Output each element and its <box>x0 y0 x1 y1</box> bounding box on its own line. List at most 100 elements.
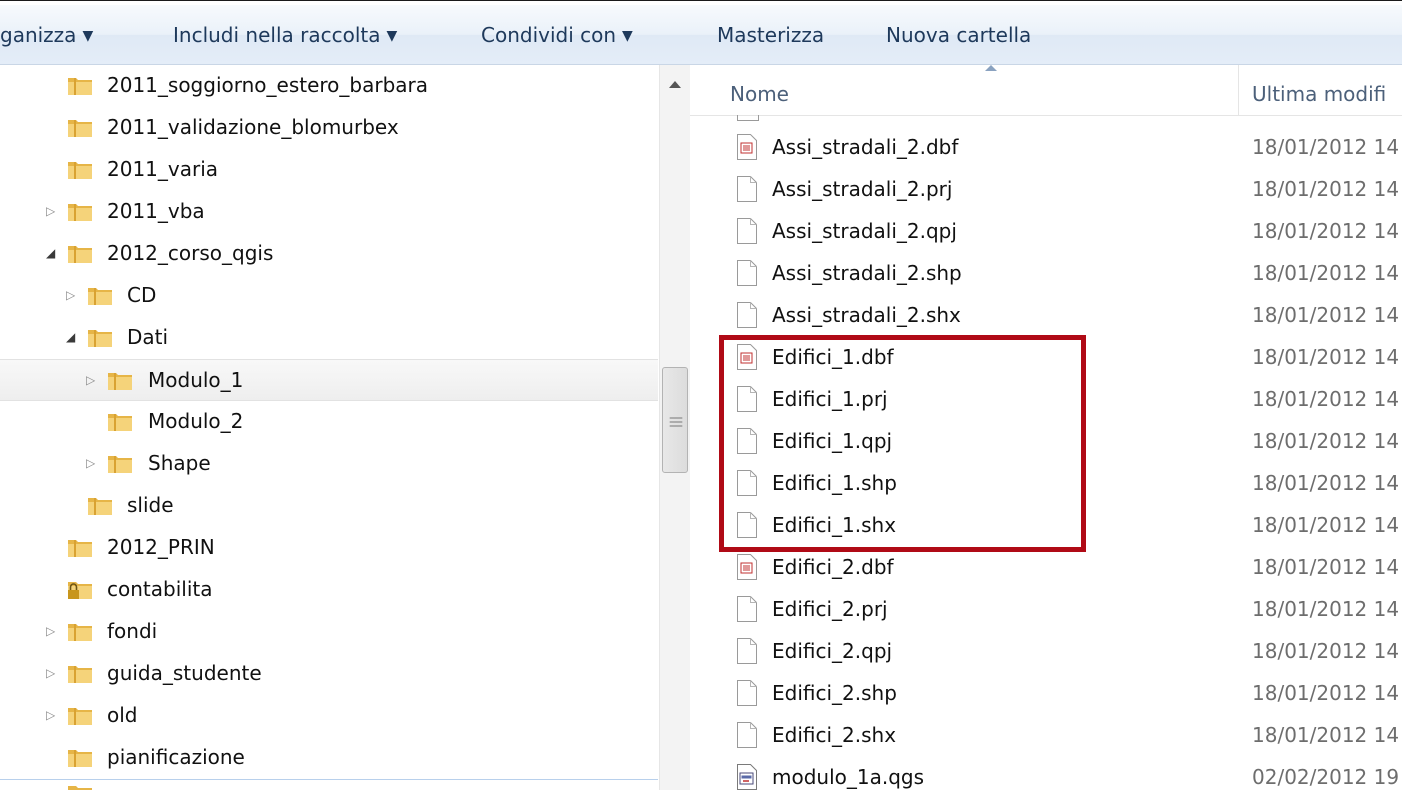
tree-item-2011-varia[interactable]: 2011_varia <box>0 149 658 191</box>
folder-icon <box>108 414 132 431</box>
file-date-modified: 18/01/2012 14 <box>1252 471 1400 495</box>
collapse-arrow-icon[interactable]: ◢ <box>66 329 78 345</box>
folder-icon <box>88 498 112 515</box>
qgs-file-icon <box>737 764 757 790</box>
tree-item-label: Modulo_1 <box>148 368 244 392</box>
tree-item-contabilita[interactable]: contabilita <box>0 569 658 611</box>
tree-item-modulo-2[interactable]: Modulo_2 <box>0 401 658 443</box>
nav-pane-scrollbar[interactable]: — — — <box>659 65 691 790</box>
scrollbar-thumb[interactable]: — — — <box>662 367 688 473</box>
tree-item-2011-vba[interactable]: ▷ 2011_vba <box>0 191 658 233</box>
file-date-modified: 18/01/2012 14 <box>1252 681 1400 705</box>
tree-item-label: old <box>107 703 138 727</box>
tree-item-label: contabilita <box>107 577 213 601</box>
new-folder-button[interactable]: Nuova cartella <box>886 23 1031 47</box>
sort-ascending-icon <box>985 65 997 71</box>
tree-item-label: 2011_soggiorno_estero_barbara <box>107 73 429 97</box>
file-row[interactable]: Assi_stradali_2.shx 18/01/2012 14 <box>690 294 1402 336</box>
folder-icon <box>108 456 132 473</box>
collapse-arrow-icon[interactable]: ◢ <box>46 245 58 261</box>
column-header-row: Nome Ultima modifi <box>690 65 1402 116</box>
tree-item-slide[interactable]: slide <box>0 485 658 527</box>
column-header-name[interactable]: Nome <box>730 82 789 106</box>
tree-item-fondi[interactable]: ▷ fondi <box>0 611 658 653</box>
file-date-modified: 18/01/2012 14 <box>1252 219 1400 243</box>
file-date-modified: 18/01/2012 14 <box>1252 597 1400 621</box>
expand-arrow-icon[interactable]: ▷ <box>46 665 58 681</box>
tree-item-guida-studente[interactable]: ▷ guida_studente <box>0 653 658 695</box>
column-divider[interactable] <box>1238 65 1239 115</box>
file-date-modified: 18/01/2012 14 <box>1252 303 1400 327</box>
generic-file-icon <box>737 115 759 121</box>
folder-icon <box>68 750 92 767</box>
tree-item-dati[interactable]: ◢ Dati <box>0 317 658 359</box>
file-row[interactable]: Assi_stradali_2.prj 18/01/2012 14 <box>690 168 1402 210</box>
tree-item-label: Shape <box>148 451 211 475</box>
file-row[interactable]: Edifici_2.qpj 18/01/2012 14 <box>690 630 1402 672</box>
file-date-modified: 18/01/2012 14 <box>1252 135 1400 159</box>
expand-arrow-icon[interactable]: ▷ <box>86 372 98 388</box>
file-date-modified: 02/02/2012 19 <box>1252 765 1400 789</box>
file-row[interactable]: Assi_stradali_2.shp 18/01/2012 14 <box>690 252 1402 294</box>
include-in-library-button[interactable]: Includi nella raccolta ▼ <box>173 23 397 47</box>
expand-arrow-icon[interactable]: ▷ <box>46 707 58 723</box>
file-name: Assi_stradali_2.shp <box>772 261 962 285</box>
expand-arrow-icon[interactable]: ▷ <box>86 455 98 471</box>
file-row[interactable]: Edifici_2.shx 18/01/2012 14 <box>690 714 1402 756</box>
tree-item-label: 2012_PRIN <box>107 535 215 559</box>
command-bar: ganizza ▼ Includi nella raccolta ▼ Condivi… <box>0 5 1402 65</box>
folder-icon <box>68 540 92 557</box>
expander-icon[interactable] <box>66 497 78 513</box>
file-row[interactable]: Edifici_2.prj 18/01/2012 14 <box>690 588 1402 630</box>
expand-arrow-icon[interactable]: ▷ <box>46 623 58 639</box>
tree-item-2011-soggiorno-estero-barbara[interactable]: 2011_soggiorno_estero_barbara <box>0 65 658 107</box>
folder-icon <box>68 120 92 137</box>
tree-item-2012-corso-qgis[interactable]: ◢ 2012_corso_qgis <box>0 233 658 275</box>
folder-icon <box>68 708 92 725</box>
tree-item-pianificazione[interactable]: pianificazione <box>0 737 658 780</box>
file-date-modified: 18/01/2012 14 <box>1252 177 1400 201</box>
expand-arrow-icon[interactable]: ▷ <box>46 203 58 219</box>
file-row[interactable]: Edifici_2.dbf 18/01/2012 14 <box>690 546 1402 588</box>
file-name: Edifici_2.qpj <box>772 639 893 663</box>
folder-icon <box>68 786 92 790</box>
share-with-button[interactable]: Condividi con ▼ <box>481 23 633 47</box>
tree-item-2011-validazione-blomurbex[interactable]: 2011_validazione_blomurbex <box>0 107 658 149</box>
tree-item-modulo-1[interactable]: ▷ Modulo_1 <box>0 359 658 401</box>
expander-icon[interactable] <box>86 413 98 429</box>
chevron-down-icon: ▼ <box>622 28 633 44</box>
tree-item-label: fondi <box>107 619 158 643</box>
expander-icon[interactable] <box>50 749 62 765</box>
file-date-modified: 18/01/2012 14 <box>1252 555 1400 579</box>
expander-icon[interactable] <box>50 581 62 597</box>
generic-file-icon <box>737 176 757 202</box>
tree-item-cd[interactable]: ▷ CD <box>0 275 658 317</box>
file-row[interactable]: Assi_stradali_2.qpj 18/01/2012 14 <box>690 210 1402 252</box>
file-date-modified: 18/01/2012 14 <box>1252 513 1400 537</box>
file-name: Edifici_2.prj <box>772 597 888 621</box>
expander-icon[interactable] <box>50 77 62 93</box>
tree-item-2012-prin[interactable]: 2012_PRIN <box>0 527 658 569</box>
expander-icon[interactable] <box>50 119 62 135</box>
tree-item-label: 2012_corso_qgis <box>107 241 274 265</box>
grip-icon: — — — <box>669 410 683 434</box>
file-row[interactable]: Edifici_2.shp 18/01/2012 14 <box>690 672 1402 714</box>
file-row[interactable]: Assi_stradali_2.dbf 18/01/2012 14 <box>690 126 1402 168</box>
column-header-date-modified[interactable]: Ultima modifi <box>1252 82 1386 106</box>
tree-item-label: slide <box>127 493 174 517</box>
locked-folder-icon <box>68 582 92 599</box>
file-name: Edifici_2.shp <box>772 681 897 705</box>
tree-item-shape[interactable]: ▷ Shape <box>0 443 658 485</box>
scroll-up-arrow-icon[interactable] <box>669 81 681 88</box>
file-date-modified: 18/01/2012 14 <box>1252 723 1400 747</box>
file-row[interactable]: modulo_1a.qgs 02/02/2012 19 <box>690 756 1402 790</box>
organize-menu-button[interactable]: ganizza ▼ <box>0 23 93 47</box>
tree-item-label: CD <box>127 283 157 307</box>
burn-button[interactable]: Masterizza <box>717 23 824 47</box>
expand-arrow-icon[interactable]: ▷ <box>66 287 78 303</box>
expander-icon[interactable] <box>50 161 62 177</box>
tree-item-label: 2011_varia <box>107 157 219 181</box>
tree-item-old[interactable]: ▷ old <box>0 695 658 737</box>
chevron-down-icon: ▼ <box>82 28 94 44</box>
expander-icon[interactable] <box>50 539 62 555</box>
